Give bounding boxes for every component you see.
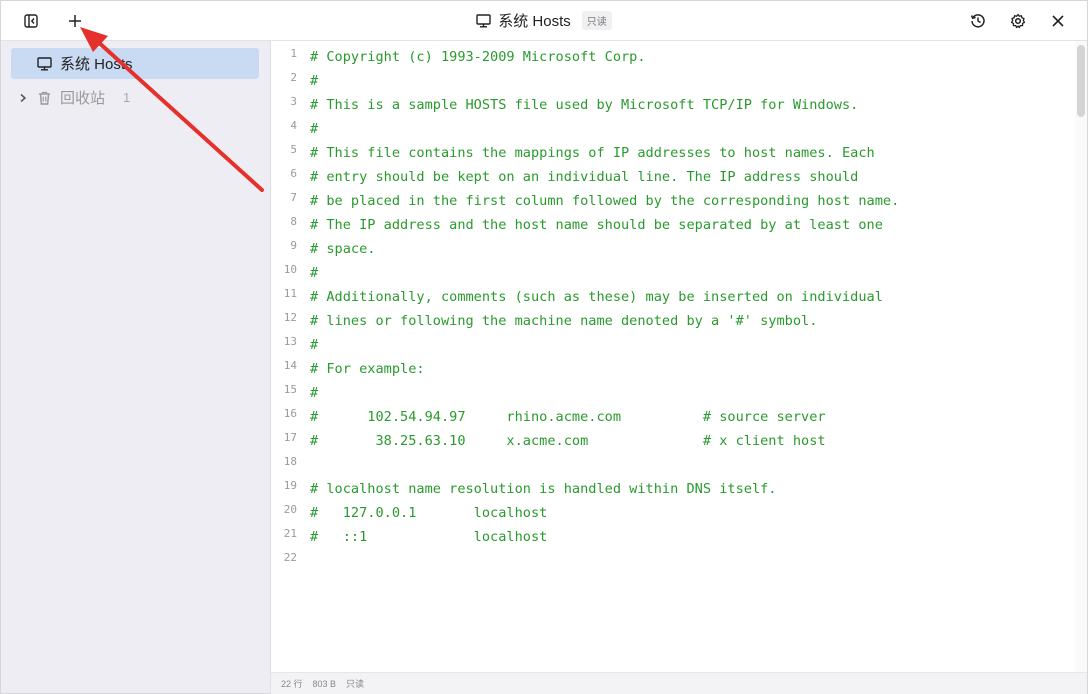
monitor-icon [35, 55, 53, 73]
chevron-right-icon[interactable] [17, 89, 29, 107]
line-number: 12 [283, 311, 297, 324]
gear-icon [1010, 13, 1026, 29]
editor-line: 4 # [271, 117, 1075, 141]
history-icon [970, 14, 985, 28]
add-hosts-button[interactable] [61, 7, 89, 35]
editor-scrollbar[interactable] [1075, 41, 1087, 672]
line-number: 18 [283, 455, 297, 468]
editor-line: 17 # 38.25.63.10 x.acme.com # x client ho… [271, 429, 1075, 453]
line-text: # [310, 265, 319, 281]
editor-line: 14 # For example: [271, 357, 1075, 381]
status-bar: 22 行 803 B 只读 [271, 672, 1087, 694]
line-text: # Additionally, comments (such as these)… [310, 289, 883, 305]
line-number: 19 [283, 479, 297, 492]
line-text: # This is a sample HOSTS file used by Mi… [310, 97, 859, 113]
editor-line: 16 # 102.54.94.97 rhino.acme.com # source… [271, 405, 1075, 429]
line-text: # space. [310, 241, 376, 257]
sidebar-item-system-hosts[interactable]: 系统 Hosts [11, 48, 259, 79]
editor-line: 1 # Copyright (c) 1993-2009 Microsoft Cor… [271, 45, 1075, 69]
sidebar-toggle-button[interactable] [17, 7, 45, 35]
line-text: # [310, 73, 319, 89]
line-text: # [310, 385, 319, 401]
line-number: 8 [290, 215, 297, 228]
line-text: # be placed in the first column followed… [310, 193, 900, 209]
readonly-status: 只读 [346, 679, 365, 689]
editor-line: 13 # [271, 333, 1075, 357]
line-number: 16 [283, 407, 297, 420]
line-text: # Copyright (c) 1993-2009 Microsoft Corp… [310, 49, 646, 65]
line-number: 14 [283, 359, 297, 372]
line-number: 17 [283, 431, 297, 444]
line-number: 1 [290, 47, 297, 60]
line-number: 11 [283, 287, 297, 300]
plus-icon [69, 15, 81, 27]
file-size: 803 B [312, 678, 337, 689]
editor-line: 20 # 127.0.0.1 localhost [271, 501, 1075, 525]
line-text: # entry should be kept on an individual … [310, 169, 859, 185]
editor-line: 21 # ::1 localhost [271, 525, 1075, 549]
editor-line: 8 # The IP address and the host name shou… [271, 213, 1075, 237]
line-text: # 38.25.63.10 x.acme.com # x client host [310, 433, 826, 449]
line-number: 22 [283, 551, 297, 564]
editor-line: 12 # lines or following the machine name … [271, 309, 1075, 333]
title-area: 系统 Hosts 只读 [1, 1, 1087, 40]
editor-line: 9 # space. [271, 237, 1075, 261]
title-bar: 系统 Hosts 只读 [1, 1, 1087, 41]
line-text: # This file contains the mappings of IP … [310, 145, 875, 161]
line-number: 20 [283, 503, 297, 516]
scrollbar-thumb[interactable] [1077, 45, 1085, 117]
sidebar-toggle-icon [24, 14, 38, 28]
line-text: # [310, 337, 319, 353]
line-text: # 127.0.0.1 localhost [310, 505, 548, 521]
editor-line: 7 # be placed in the first column followe… [271, 189, 1075, 213]
line-text: # localhost name resolution is handled w… [310, 481, 777, 497]
line-text: # The IP address and the host name shoul… [310, 217, 883, 233]
line-text: # lines or following the machine name de… [310, 313, 818, 329]
editor-line: 15 # [271, 381, 1075, 405]
monitor-icon [476, 13, 491, 28]
editor-line: 10 # [271, 261, 1075, 285]
sidebar-item-label: 系统 Hosts [60, 56, 133, 73]
trash-icon [35, 89, 53, 107]
editor-line: 2 # [271, 69, 1075, 93]
line-number: 10 [283, 263, 297, 276]
line-number: 3 [290, 95, 297, 108]
app-window: 系统 Hosts 只读 系统 Hosts 回收站 1 1 # Copyright… [0, 0, 1088, 694]
line-text: # ::1 localhost [310, 529, 548, 545]
close-button[interactable] [1044, 7, 1072, 35]
line-number: 2 [290, 71, 297, 84]
line-number: 4 [290, 119, 297, 132]
line-text: # For example: [310, 361, 425, 377]
editor-line: 11 # Additionally, comments (such as thes… [271, 285, 1075, 309]
line-number: 13 [283, 335, 297, 348]
editor-line: 22 [271, 549, 1075, 573]
line-text: # [310, 121, 319, 137]
line-number: 15 [283, 383, 297, 396]
trash-count: 1 [123, 90, 131, 105]
editor-line: 19 # localhost name resolution is handled… [271, 477, 1075, 501]
editor-line: 6 # entry should be kept on an individual… [271, 165, 1075, 189]
editor-line: 18 [271, 453, 1075, 477]
line-count: 22 行 [281, 679, 303, 689]
line-number: 21 [283, 527, 297, 540]
editor-line: 3 # This is a sample HOSTS file used by M… [271, 93, 1075, 117]
line-number: 9 [290, 239, 297, 252]
line-number: 5 [290, 143, 297, 156]
line-text: # 102.54.94.97 rhino.acme.com # source s… [310, 409, 826, 425]
sidebar: 系统 Hosts 回收站 1 [1, 41, 271, 693]
editor-line: 5 # This file contains the mappings of IP… [271, 141, 1075, 165]
hosts-editor[interactable]: 1 # Copyright (c) 1993-2009 Microsoft Cor… [271, 41, 1075, 672]
sidebar-item-trash[interactable]: 回收站 1 [11, 82, 259, 113]
sidebar-item-label: 回收站 [60, 90, 106, 107]
line-number: 7 [290, 191, 297, 204]
close-icon [1052, 15, 1064, 27]
window-title: 系统 Hosts [498, 13, 571, 30]
history-button[interactable] [964, 7, 992, 35]
line-number: 6 [290, 167, 297, 180]
settings-button[interactable] [1004, 7, 1032, 35]
readonly-badge: 只读 [581, 11, 612, 30]
